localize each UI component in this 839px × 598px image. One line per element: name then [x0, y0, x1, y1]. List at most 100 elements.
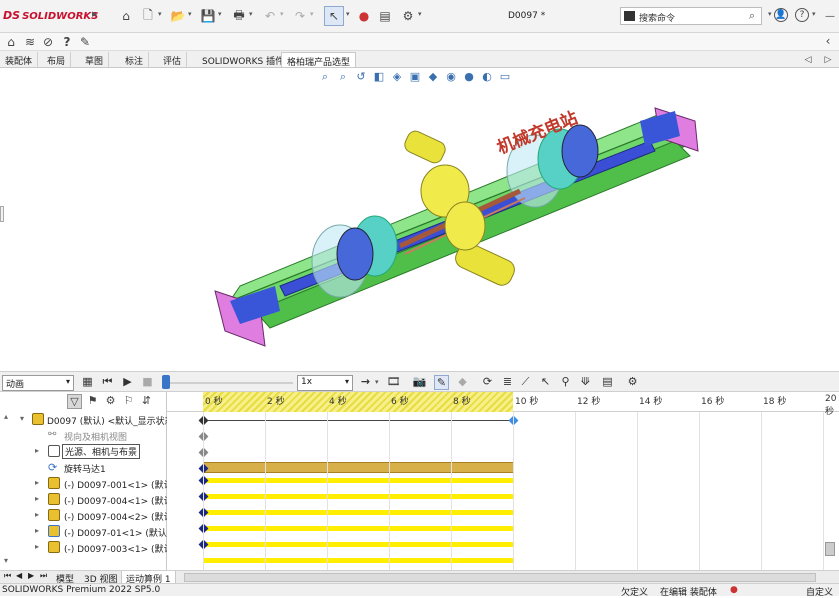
force-icon[interactable]: ↖	[538, 375, 553, 390]
component-time-bar[interactable]	[203, 526, 513, 531]
tab-prev-icon[interactable]: ◀	[16, 571, 22, 580]
section-view-icon[interactable]: ◧	[372, 70, 386, 84]
component-time-bar[interactable]	[203, 558, 513, 563]
expand-icon[interactable]: ▸	[35, 478, 39, 487]
expand-icon[interactable]: ▸	[35, 510, 39, 519]
tab-markup[interactable]: 标注	[120, 52, 150, 67]
hide-items-icon[interactable]: ◉	[444, 70, 458, 84]
filter-results-icon[interactable]: ⚐	[121, 394, 136, 409]
tab-solidworks-addins[interactable]: SOLIDWORKS 插件	[197, 52, 291, 67]
help-question-icon[interactable]: ?	[59, 34, 75, 50]
edit-pencil-icon[interactable]: ✎	[77, 34, 93, 50]
playback-speed-select[interactable]: 1x ▾	[297, 375, 353, 391]
solidworks-logo[interactable]: DS SOLIDWORKS	[3, 9, 98, 22]
file-properties-icon[interactable]: ▤	[377, 8, 393, 24]
tab-first-icon[interactable]: ⏮	[4, 571, 11, 581]
print-icon[interactable]: 🖶	[231, 8, 247, 24]
view-settings-icon[interactable]: ▭	[498, 70, 512, 84]
gravity-icon[interactable]: ⟱	[578, 375, 593, 390]
scroll-down-icon[interactable]: ▾	[4, 556, 8, 565]
tree-root-assembly[interactable]: ▾ D0097 (默认) <默认_显示状态	[0, 412, 174, 427]
view-orientation-icon[interactable]: ▣	[408, 70, 422, 84]
layers-icon[interactable]: ≋	[22, 34, 38, 50]
motion-study-properties-icon[interactable]: ⚙	[625, 375, 640, 390]
save-dropdown-icon[interactable]: ▾	[218, 10, 222, 18]
expand-icon[interactable]: ▸	[35, 542, 39, 551]
component-time-bar[interactable]	[203, 494, 513, 499]
tab-product-selection[interactable]: 格柏瑞产品选型	[281, 52, 357, 68]
motor-icon[interactable]: ⟳	[480, 375, 495, 390]
display-style-icon[interactable]: ◆	[426, 70, 440, 84]
undo-dropdown-icon[interactable]: ▾	[280, 10, 284, 18]
save-icon[interactable]: 💾	[200, 8, 216, 24]
options-dropdown-icon[interactable]: ▾	[418, 10, 422, 18]
tab-next-icon[interactable]: ▶	[28, 571, 34, 580]
study-type-select[interactable]: 动画 ▾	[2, 375, 74, 391]
tree-item-part[interactable]: ▸ (-) D0097-003<1> (默认)	[0, 540, 176, 555]
collapse-icon[interactable]: ▾	[20, 414, 24, 423]
search-dropdown-icon[interactable]: ▾	[768, 10, 772, 18]
collapse-chevron-icon[interactable]: ‹	[820, 33, 836, 49]
horizontal-scrollbar[interactable]	[184, 573, 816, 582]
select-cursor-icon[interactable]: ↖	[324, 6, 344, 26]
filter-animated-icon[interactable]: ▽	[67, 394, 82, 409]
new-document-icon[interactable]: 🗋	[140, 8, 156, 24]
animation-wizard-icon[interactable]: 📷	[412, 375, 427, 390]
new-dropdown-icon[interactable]: ▾	[158, 10, 162, 18]
tree-item-part[interactable]: ▸ (-) D0097-004<1> (默认)	[0, 492, 176, 507]
tab-scroll-right-icon[interactable]: ▷	[820, 52, 836, 68]
print-dropdown-icon[interactable]: ▾	[249, 10, 253, 18]
component-time-bar[interactable]	[203, 542, 513, 547]
filter-selected-icon[interactable]: ⚙	[103, 394, 118, 409]
help-dropdown-icon[interactable]: ▾	[812, 10, 816, 18]
tab-evaluate[interactable]: 评估	[158, 52, 188, 67]
stop-icon[interactable]: ■	[140, 375, 155, 390]
filter-driving-icon[interactable]: ⚑	[85, 394, 100, 409]
playback-mode-icon[interactable]: →	[358, 375, 373, 390]
open-dropdown-icon[interactable]: ▾	[188, 10, 192, 18]
hide-show-icon[interactable]: ⊘	[40, 34, 56, 50]
user-account-icon[interactable]: 👤	[774, 8, 788, 22]
expand-icon[interactable]: ▸	[35, 494, 39, 503]
undo-icon[interactable]: ↶	[262, 8, 278, 24]
mechanical-assembly-model[interactable]: 机械充电站	[200, 96, 720, 376]
playback-mode-dropdown-icon[interactable]: ▾	[375, 378, 379, 386]
timeline-scroll-handle[interactable]	[825, 542, 835, 556]
select-dropdown-icon[interactable]: ▾	[346, 10, 350, 18]
tree-item-lights-cameras[interactable]: ▸ 光源、相机与布景	[0, 444, 166, 459]
assembly-home-icon[interactable]: ⌂	[3, 34, 19, 50]
tab-last-icon[interactable]: ⏭	[40, 571, 47, 581]
panel-resize-handle[interactable]	[0, 206, 4, 222]
home-icon[interactable]: ⌂	[118, 8, 134, 24]
window-minimize-icon[interactable]: —	[822, 8, 838, 24]
rebuild-icon[interactable]: ●	[356, 8, 372, 24]
custom-units[interactable]: 自定义	[806, 585, 833, 598]
contact-icon[interactable]: ⚲	[558, 375, 573, 390]
graphics-area[interactable]: ⌕ ⌕ ↺ ◧ ◈ ▣ ◆ ◉ ● ◐ ▭ 机械充电站	[0, 68, 839, 371]
tab-assembly[interactable]: 装配体	[0, 52, 39, 67]
redo-dropdown-icon[interactable]: ▾	[310, 10, 314, 18]
play-icon[interactable]: ▶	[120, 375, 135, 390]
search-commands-box[interactable]: 搜索命令 ⌕	[620, 7, 762, 25]
open-folder-icon[interactable]: 📂	[170, 8, 186, 24]
sort-tree-icon[interactable]: ⇵	[139, 394, 154, 409]
previous-view-icon[interactable]: ↺	[354, 70, 368, 84]
motor-time-bar[interactable]	[203, 462, 513, 473]
tree-item-subassembly[interactable]: ▸ (-) D0097-01<1> (默认)	[0, 524, 170, 539]
component-time-bar[interactable]	[203, 510, 513, 515]
expand-icon[interactable]: ▸	[35, 446, 39, 455]
redo-icon[interactable]: ↷	[292, 8, 308, 24]
zoom-area-icon[interactable]: ⌕	[336, 70, 350, 84]
component-time-bar[interactable]	[203, 478, 513, 483]
expand-icon[interactable]: ▸	[35, 526, 39, 535]
zoom-to-fit-icon[interactable]: ⌕	[318, 70, 332, 84]
tree-item-part[interactable]: ▸ (-) D0097-001<1> (默认)	[0, 476, 176, 491]
playback-slider-thumb[interactable]	[162, 375, 170, 389]
tab-sketch[interactable]: 草图	[80, 52, 110, 67]
apply-scene-icon[interactable]: ◐	[480, 70, 494, 84]
results-plots-icon[interactable]: ▤	[600, 375, 615, 390]
tab-layout[interactable]: 布局	[42, 52, 72, 67]
motion-timeline[interactable]: 0 秒 2 秒 4 秒 6 秒 8 秒 10 秒 12 秒 14 秒 16 秒 18 秒 20 秒	[167, 392, 839, 570]
scroll-up-icon[interactable]: ▴	[4, 412, 8, 421]
damper-icon[interactable]: ⟋	[518, 375, 533, 390]
